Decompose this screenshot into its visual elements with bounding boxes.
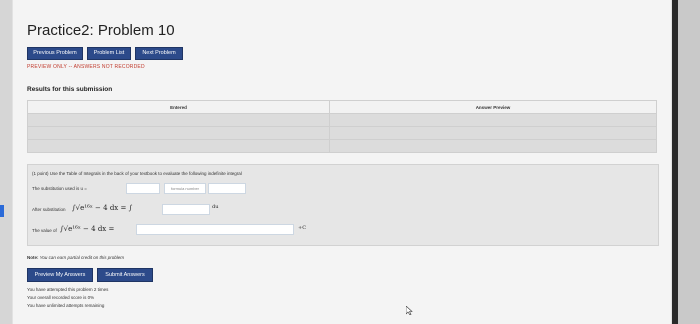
webwork-page: Practice2: Problem 10 Previous Problem P… [12, 0, 672, 324]
table-cell [328, 126, 658, 140]
note-text: You can earn partial credit on this prob… [38, 255, 124, 260]
remaining-status: You have unlimited attempts remaining [27, 303, 105, 308]
formula-number-input[interactable]: formula number [164, 183, 206, 194]
table-row [27, 139, 658, 153]
formula-number-box[interactable] [208, 183, 246, 194]
problem-box: (1 point) Use the Table of Integrals in … [27, 164, 659, 246]
table-cell [27, 126, 330, 140]
column-header-answer-preview: Answer Preview [328, 100, 658, 114]
du-label: du [212, 204, 219, 210]
integrand-input[interactable] [162, 204, 210, 215]
table-row [27, 126, 658, 140]
mouse-pointer-icon [406, 306, 413, 315]
window-edge [672, 0, 678, 324]
answer-input[interactable] [136, 224, 294, 235]
note-label: Note: [27, 255, 39, 260]
partial-credit-note: Note: You can earn partial credit on thi… [27, 255, 124, 260]
after-substitution-integral: ∫√e¹⁶ˣ − 4 dx = ∫ [72, 204, 133, 212]
preview-answers-button[interactable]: Preview My Answers [27, 268, 93, 282]
problem-list-button[interactable]: Problem List [87, 47, 131, 60]
value-label: The value of [32, 228, 57, 233]
after-substitution-label: After substitution [32, 207, 66, 212]
background-edge [678, 0, 700, 324]
substitution-label: The substitution used is u = [32, 186, 87, 191]
substitution-input[interactable] [126, 183, 160, 194]
table-row [27, 113, 658, 127]
table-cell [27, 139, 330, 153]
focus-marker [0, 205, 4, 217]
problem-statement: (1 point) Use the Table of Integrals in … [32, 171, 242, 176]
submit-answers-button[interactable]: Submit Answers [97, 268, 153, 282]
results-table: Entered Answer Preview [27, 100, 658, 153]
page-title: Practice2: Problem 10 [27, 22, 175, 39]
previous-problem-button[interactable]: Previous Problem [27, 47, 83, 60]
column-header-entered: Entered [27, 100, 330, 114]
table-cell [328, 113, 658, 127]
value-integral: ∫√e¹⁶ˣ − 4 dx = [60, 225, 115, 233]
results-heading: Results for this submission [27, 86, 113, 93]
constant-label: +C [298, 225, 307, 231]
preview-notice: PREVIEW ONLY -- ANSWERS NOT RECORDED [27, 64, 145, 70]
attempts-status: You have attempted this problem 2 times [27, 287, 109, 292]
table-cell [328, 139, 658, 153]
table-cell [27, 113, 330, 127]
score-status: Your overall recorded score is 0% [27, 295, 95, 300]
next-problem-button[interactable]: Next Problem [135, 47, 183, 60]
